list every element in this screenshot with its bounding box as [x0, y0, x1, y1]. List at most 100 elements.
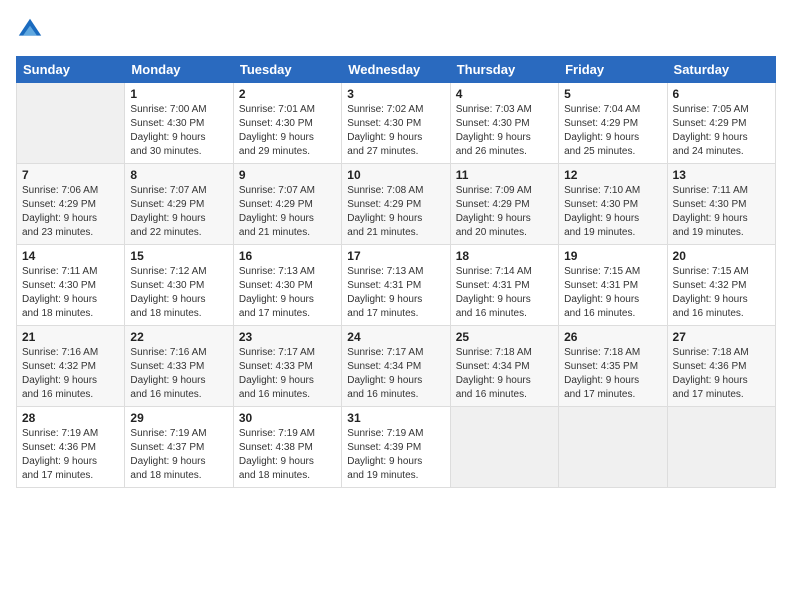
- day-number: 11: [456, 168, 553, 182]
- day-cell: [17, 83, 125, 164]
- day-info: Sunrise: 7:16 AM Sunset: 4:33 PM Dayligh…: [130, 346, 227, 402]
- day-number: 18: [456, 249, 553, 263]
- week-row-5: 28Sunrise: 7:19 AM Sunset: 4:36 PM Dayli…: [17, 407, 776, 488]
- day-info: Sunrise: 7:13 AM Sunset: 4:30 PM Dayligh…: [239, 265, 336, 321]
- day-number: 2: [239, 87, 336, 101]
- day-cell: 28Sunrise: 7:19 AM Sunset: 4:36 PM Dayli…: [17, 407, 125, 488]
- day-number: 4: [456, 87, 553, 101]
- day-info: Sunrise: 7:02 AM Sunset: 4:30 PM Dayligh…: [347, 103, 444, 159]
- day-info: Sunrise: 7:16 AM Sunset: 4:32 PM Dayligh…: [22, 346, 119, 402]
- weekday-header-friday: Friday: [559, 57, 667, 83]
- weekday-header-sunday: Sunday: [17, 57, 125, 83]
- day-info: Sunrise: 7:05 AM Sunset: 4:29 PM Dayligh…: [673, 103, 770, 159]
- day-cell: 31 Sunrise: 7:19 AM Sunset: 4:39 PM Dayli…: [342, 407, 450, 488]
- day-number: 25: [456, 330, 553, 344]
- logo-icon: [16, 16, 44, 44]
- logo: [16, 16, 48, 44]
- day-info: Sunrise: 7:09 AM Sunset: 4:29 PM Dayligh…: [456, 184, 553, 240]
- day-info: Sunrise: 7:04 AM Sunset: 4:29 PM Dayligh…: [564, 103, 661, 159]
- day-info: Sunrise: 7:17 AM Sunset: 4:33 PM Dayligh…: [239, 346, 336, 402]
- day-cell: 9 Sunrise: 7:07 AM Sunset: 4:29 PM Daylig…: [233, 164, 341, 245]
- week-row-3: 14 Sunrise: 7:11 AM Sunset: 4:30 PM Dayli…: [17, 245, 776, 326]
- day-info: Sunrise: 7:18 AM Sunset: 4:36 PM Dayligh…: [673, 346, 770, 402]
- day-cell: 11 Sunrise: 7:09 AM Sunset: 4:29 PM Dayli…: [450, 164, 558, 245]
- day-info: Sunrise: 7:19 AM Sunset: 4:36 PM Dayligh…: [22, 427, 119, 483]
- day-info: Sunrise: 7:01 AM Sunset: 4:30 PM Dayligh…: [239, 103, 336, 159]
- day-cell: 13 Sunrise: 7:11 AM Sunset: 4:30 PM Dayli…: [667, 164, 775, 245]
- day-info: Sunrise: 7:18 AM Sunset: 4:34 PM Dayligh…: [456, 346, 553, 402]
- day-cell: 10 Sunrise: 7:08 AM Sunset: 4:29 PM Dayli…: [342, 164, 450, 245]
- day-info: Sunrise: 7:14 AM Sunset: 4:31 PM Dayligh…: [456, 265, 553, 321]
- day-number: 13: [673, 168, 770, 182]
- weekday-header-saturday: Saturday: [667, 57, 775, 83]
- day-info: Sunrise: 7:12 AM Sunset: 4:30 PM Dayligh…: [130, 265, 227, 321]
- day-number: 20: [673, 249, 770, 263]
- day-number: 6: [673, 87, 770, 101]
- day-info: Sunrise: 7:03 AM Sunset: 4:30 PM Dayligh…: [456, 103, 553, 159]
- day-cell: 21 Sunrise: 7:16 AM Sunset: 4:32 PM Dayli…: [17, 326, 125, 407]
- day-number: 10: [347, 168, 444, 182]
- day-number: 21: [22, 330, 119, 344]
- day-cell: 18 Sunrise: 7:14 AM Sunset: 4:31 PM Dayli…: [450, 245, 558, 326]
- day-cell: [667, 407, 775, 488]
- day-info: Sunrise: 7:07 AM Sunset: 4:29 PM Dayligh…: [130, 184, 227, 240]
- day-number: 9: [239, 168, 336, 182]
- day-number: 12: [564, 168, 661, 182]
- day-cell: 19 Sunrise: 7:15 AM Sunset: 4:31 PM Dayli…: [559, 245, 667, 326]
- day-number: 19: [564, 249, 661, 263]
- day-cell: [450, 407, 558, 488]
- day-cell: 29 Sunrise: 7:19 AM Sunset: 4:37 PM Dayli…: [125, 407, 233, 488]
- day-cell: 23 Sunrise: 7:17 AM Sunset: 4:33 PM Dayli…: [233, 326, 341, 407]
- day-number: 22: [130, 330, 227, 344]
- day-info: Sunrise: 7:19 AM Sunset: 4:39 PM Dayligh…: [347, 427, 444, 483]
- day-info: Sunrise: 7:19 AM Sunset: 4:37 PM Dayligh…: [130, 427, 227, 483]
- day-cell: 16 Sunrise: 7:13 AM Sunset: 4:30 PM Dayli…: [233, 245, 341, 326]
- day-cell: 3 Sunrise: 7:02 AM Sunset: 4:30 PM Daylig…: [342, 83, 450, 164]
- day-number: 7: [22, 168, 119, 182]
- weekday-header-monday: Monday: [125, 57, 233, 83]
- page-header: [16, 16, 776, 44]
- day-number: 23: [239, 330, 336, 344]
- day-cell: 14 Sunrise: 7:11 AM Sunset: 4:30 PM Dayli…: [17, 245, 125, 326]
- weekday-header-thursday: Thursday: [450, 57, 558, 83]
- day-number: 29: [130, 411, 227, 425]
- day-cell: 8Sunrise: 7:07 AM Sunset: 4:29 PM Daylig…: [125, 164, 233, 245]
- day-number: 14: [22, 249, 119, 263]
- day-info: Sunrise: 7:13 AM Sunset: 4:31 PM Dayligh…: [347, 265, 444, 321]
- day-cell: 30Sunrise: 7:19 AM Sunset: 4:38 PM Dayli…: [233, 407, 341, 488]
- day-info: Sunrise: 7:06 AM Sunset: 4:29 PM Dayligh…: [22, 184, 119, 240]
- day-info: Sunrise: 7:11 AM Sunset: 4:30 PM Dayligh…: [673, 184, 770, 240]
- day-info: Sunrise: 7:07 AM Sunset: 4:29 PM Dayligh…: [239, 184, 336, 240]
- day-number: 24: [347, 330, 444, 344]
- day-number: 16: [239, 249, 336, 263]
- day-info: Sunrise: 7:08 AM Sunset: 4:29 PM Dayligh…: [347, 184, 444, 240]
- day-cell: 2 Sunrise: 7:01 AM Sunset: 4:30 PM Daylig…: [233, 83, 341, 164]
- day-number: 27: [673, 330, 770, 344]
- day-cell: 26Sunrise: 7:18 AM Sunset: 4:35 PM Dayli…: [559, 326, 667, 407]
- day-cell: 22 Sunrise: 7:16 AM Sunset: 4:33 PM Dayli…: [125, 326, 233, 407]
- week-row-2: 7 Sunrise: 7:06 AM Sunset: 4:29 PM Daylig…: [17, 164, 776, 245]
- weekday-header-wednesday: Wednesday: [342, 57, 450, 83]
- day-info: Sunrise: 7:00 AM Sunset: 4:30 PM Dayligh…: [130, 103, 227, 159]
- day-info: Sunrise: 7:11 AM Sunset: 4:30 PM Dayligh…: [22, 265, 119, 321]
- day-number: 3: [347, 87, 444, 101]
- day-cell: 20 Sunrise: 7:15 AM Sunset: 4:32 PM Dayli…: [667, 245, 775, 326]
- weekday-header-tuesday: Tuesday: [233, 57, 341, 83]
- day-cell: 1 Sunrise: 7:00 AM Sunset: 4:30 PM Daylig…: [125, 83, 233, 164]
- day-number: 17: [347, 249, 444, 263]
- day-number: 31: [347, 411, 444, 425]
- day-cell: 27 Sunrise: 7:18 AM Sunset: 4:36 PM Dayli…: [667, 326, 775, 407]
- day-info: Sunrise: 7:15 AM Sunset: 4:31 PM Dayligh…: [564, 265, 661, 321]
- day-cell: 5 Sunrise: 7:04 AM Sunset: 4:29 PM Daylig…: [559, 83, 667, 164]
- day-number: 5: [564, 87, 661, 101]
- day-cell: 12Sunrise: 7:10 AM Sunset: 4:30 PM Dayli…: [559, 164, 667, 245]
- day-info: Sunrise: 7:15 AM Sunset: 4:32 PM Dayligh…: [673, 265, 770, 321]
- day-number: 15: [130, 249, 227, 263]
- day-number: 1: [130, 87, 227, 101]
- weekday-header-row: SundayMondayTuesdayWednesdayThursdayFrid…: [17, 57, 776, 83]
- week-row-4: 21 Sunrise: 7:16 AM Sunset: 4:32 PM Dayli…: [17, 326, 776, 407]
- day-cell: [559, 407, 667, 488]
- day-info: Sunrise: 7:18 AM Sunset: 4:35 PM Dayligh…: [564, 346, 661, 402]
- calendar: SundayMondayTuesdayWednesdayThursdayFrid…: [16, 56, 776, 488]
- day-cell: 6 Sunrise: 7:05 AM Sunset: 4:29 PM Daylig…: [667, 83, 775, 164]
